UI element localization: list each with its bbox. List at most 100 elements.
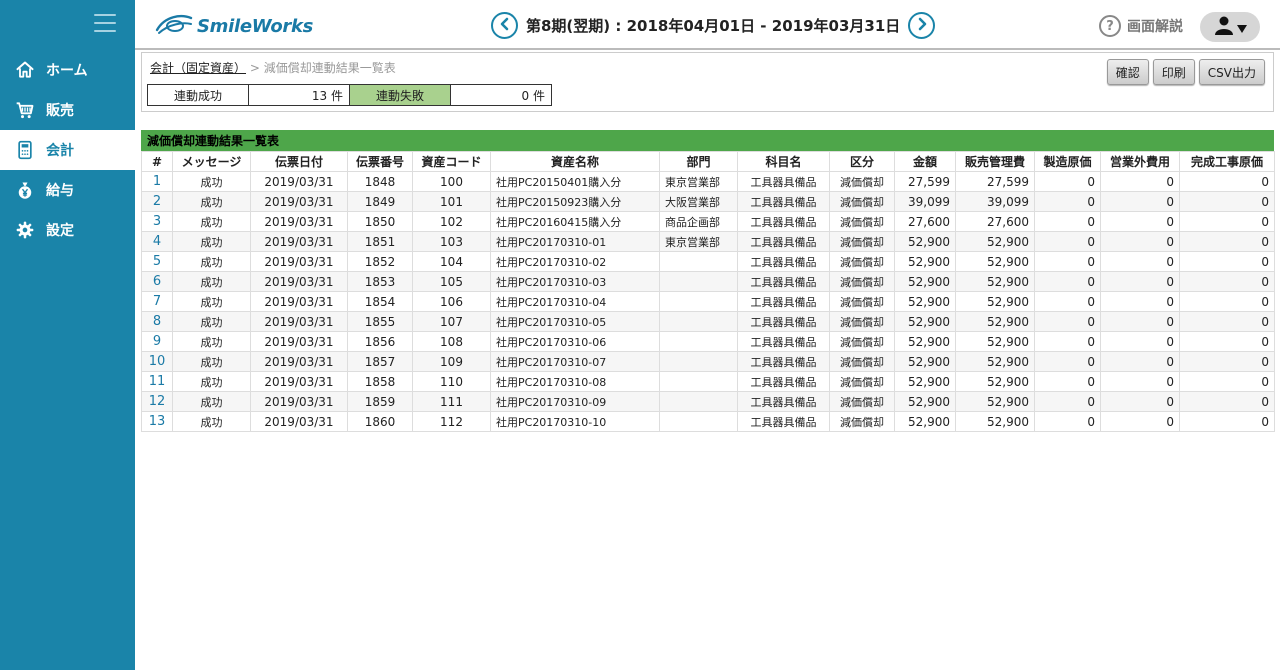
cell-account-name: 工具器具備品 <box>737 411 830 432</box>
column-header-account-name: 科目名 <box>737 151 830 172</box>
row-number-link[interactable]: 8 <box>153 314 161 329</box>
cell-asset-code: 104 <box>412 251 491 272</box>
cell-slip-number: 1852 <box>347 251 413 272</box>
cell-category: 減価償却 <box>829 171 895 192</box>
cell-asset-name: 社用PC20170310-04 <box>490 291 660 312</box>
row-number-link[interactable]: 7 <box>153 294 161 309</box>
cell-category: 減価償却 <box>829 371 895 392</box>
breadcrumb-separator: > <box>246 61 264 75</box>
table-row: 1 成功 2019/03/31 1848 100 社用PC20150401購入分 東京営業部… <box>141 171 1275 192</box>
help-button[interactable]: ? 画面解説 <box>1099 15 1183 37</box>
cell-manufacturing-cost: 0 <box>1034 191 1101 212</box>
breadcrumb-parent-link[interactable]: 会計（固定資産） <box>150 61 246 75</box>
sidebar-item-label: 設定 <box>46 223 74 239</box>
cell-department <box>659 351 738 372</box>
home-icon <box>14 59 36 81</box>
caret-down-icon <box>1236 18 1247 37</box>
sidebar-item-sales[interactable]: 販売 <box>0 90 135 130</box>
row-number-link[interactable]: 11 <box>149 374 166 389</box>
result-table: # メッセージ 伝票日付 伝票番号 資産コード 資産名称 部門 科目名 区分 金額 販売管理費 製造原… <box>141 151 1275 432</box>
sidebar-item-accounting[interactable]: 会計 <box>0 130 135 170</box>
table-row: 12 成功 2019/03/31 1859 111 社用PC20170310-09 工具器具… <box>141 391 1275 412</box>
column-header-asset-code: 資産コード <box>412 151 491 172</box>
cell-index: 2 <box>141 191 173 212</box>
prev-period-button[interactable] <box>491 12 518 39</box>
cell-message: 成功 <box>172 271 251 292</box>
cell-asset-name: 社用PC20160415購入分 <box>490 211 660 232</box>
cell-amount: 52,900 <box>894 391 956 412</box>
cell-sales-admin-expense: 39,099 <box>955 191 1035 212</box>
cell-category: 減価償却 <box>829 271 895 292</box>
cell-slip-number: 1856 <box>347 331 413 352</box>
cell-asset-name: 社用PC20170310-05 <box>490 311 660 332</box>
cell-manufacturing-cost: 0 <box>1034 391 1101 412</box>
csv-export-button[interactable]: CSV出力 <box>1198 59 1265 85</box>
cell-account-name: 工具器具備品 <box>737 331 830 352</box>
row-number-link[interactable]: 10 <box>149 354 166 369</box>
cell-construction-cost: 0 <box>1179 191 1275 212</box>
cell-amount: 52,900 <box>894 351 956 372</box>
cell-asset-code: 106 <box>412 291 491 312</box>
breadcrumb: 会計（固定資産） > 減価償却連動結果一覧表 <box>150 59 396 76</box>
cell-slip-date: 2019/03/31 <box>250 391 348 412</box>
sidebar-item-payroll[interactable]: 給与 <box>0 170 135 210</box>
row-number-link[interactable]: 5 <box>153 254 161 269</box>
sidebar-item-home[interactable]: ホーム <box>0 50 135 90</box>
cell-account-name: 工具器具備品 <box>737 371 830 392</box>
logo[interactable]: SmileWorks <box>155 12 313 40</box>
cell-sales-admin-expense: 27,600 <box>955 211 1035 232</box>
cell-department <box>659 411 738 432</box>
cell-slip-number: 1849 <box>347 191 413 212</box>
cell-index: 6 <box>141 271 173 292</box>
cell-department <box>659 311 738 332</box>
cell-account-name: 工具器具備品 <box>737 311 830 332</box>
cell-message: 成功 <box>172 211 251 232</box>
cell-construction-cost: 0 <box>1179 251 1275 272</box>
cell-asset-name: 社用PC20170310-03 <box>490 271 660 292</box>
cell-construction-cost: 0 <box>1179 171 1275 192</box>
cell-message: 成功 <box>172 231 251 252</box>
fail-count: 0 件 <box>450 84 552 106</box>
row-number-link[interactable]: 4 <box>153 234 161 249</box>
cell-sales-admin-expense: 52,900 <box>955 251 1035 272</box>
row-number-link[interactable]: 2 <box>153 194 161 209</box>
cell-sales-admin-expense: 52,900 <box>955 391 1035 412</box>
sidebar-item-label: ホーム <box>46 63 88 79</box>
table-row: 7 成功 2019/03/31 1854 106 社用PC20170310-04 工具器具備… <box>141 291 1275 312</box>
row-number-link[interactable]: 9 <box>153 334 161 349</box>
table-row: 4 成功 2019/03/31 1851 103 社用PC20170310-01 東京営業部… <box>141 231 1275 252</box>
table-row: 3 成功 2019/03/31 1850 102 社用PC20160415購入分 商品企画部… <box>141 211 1275 232</box>
sidebar-item-label: 販売 <box>46 103 74 119</box>
user-menu-button[interactable] <box>1200 12 1260 42</box>
cell-sales-admin-expense: 52,900 <box>955 371 1035 392</box>
row-number-link[interactable]: 12 <box>149 394 166 409</box>
cell-message: 成功 <box>172 251 251 272</box>
cell-account-name: 工具器具備品 <box>737 211 830 232</box>
confirm-button[interactable]: 確認 <box>1106 59 1149 85</box>
cell-category: 減価償却 <box>829 391 895 412</box>
row-number-link[interactable]: 6 <box>153 274 161 289</box>
cell-manufacturing-cost: 0 <box>1034 291 1101 312</box>
row-number-link[interactable]: 1 <box>153 174 161 189</box>
cell-asset-name: 社用PC20170310-07 <box>490 351 660 372</box>
cell-sales-admin-expense: 52,900 <box>955 351 1035 372</box>
hamburger-menu-icon[interactable] <box>94 14 116 34</box>
cell-department: 商品企画部 <box>659 211 738 232</box>
next-period-button[interactable] <box>908 12 936 39</box>
cell-amount: 27,599 <box>894 171 956 192</box>
row-number-link[interactable]: 3 <box>153 214 161 229</box>
sidebar: ホーム 販売 会計 給与 設定 <box>0 0 135 670</box>
sidebar-item-settings[interactable]: 設定 <box>0 210 135 250</box>
row-number-link[interactable]: 13 <box>149 414 166 429</box>
success-count: 13 件 <box>248 84 350 106</box>
question-icon: ? <box>1099 15 1121 37</box>
cell-index: 13 <box>141 411 173 432</box>
cell-slip-number: 1857 <box>347 351 413 372</box>
column-header-department: 部門 <box>659 151 738 172</box>
cell-asset-code: 105 <box>412 271 491 292</box>
cell-non-operating-expense: 0 <box>1100 191 1180 212</box>
cell-asset-name: 社用PC20170310-06 <box>490 331 660 352</box>
cell-message: 成功 <box>172 191 251 212</box>
yen-bag-icon <box>14 179 36 201</box>
print-button[interactable]: 印刷 <box>1152 59 1195 85</box>
